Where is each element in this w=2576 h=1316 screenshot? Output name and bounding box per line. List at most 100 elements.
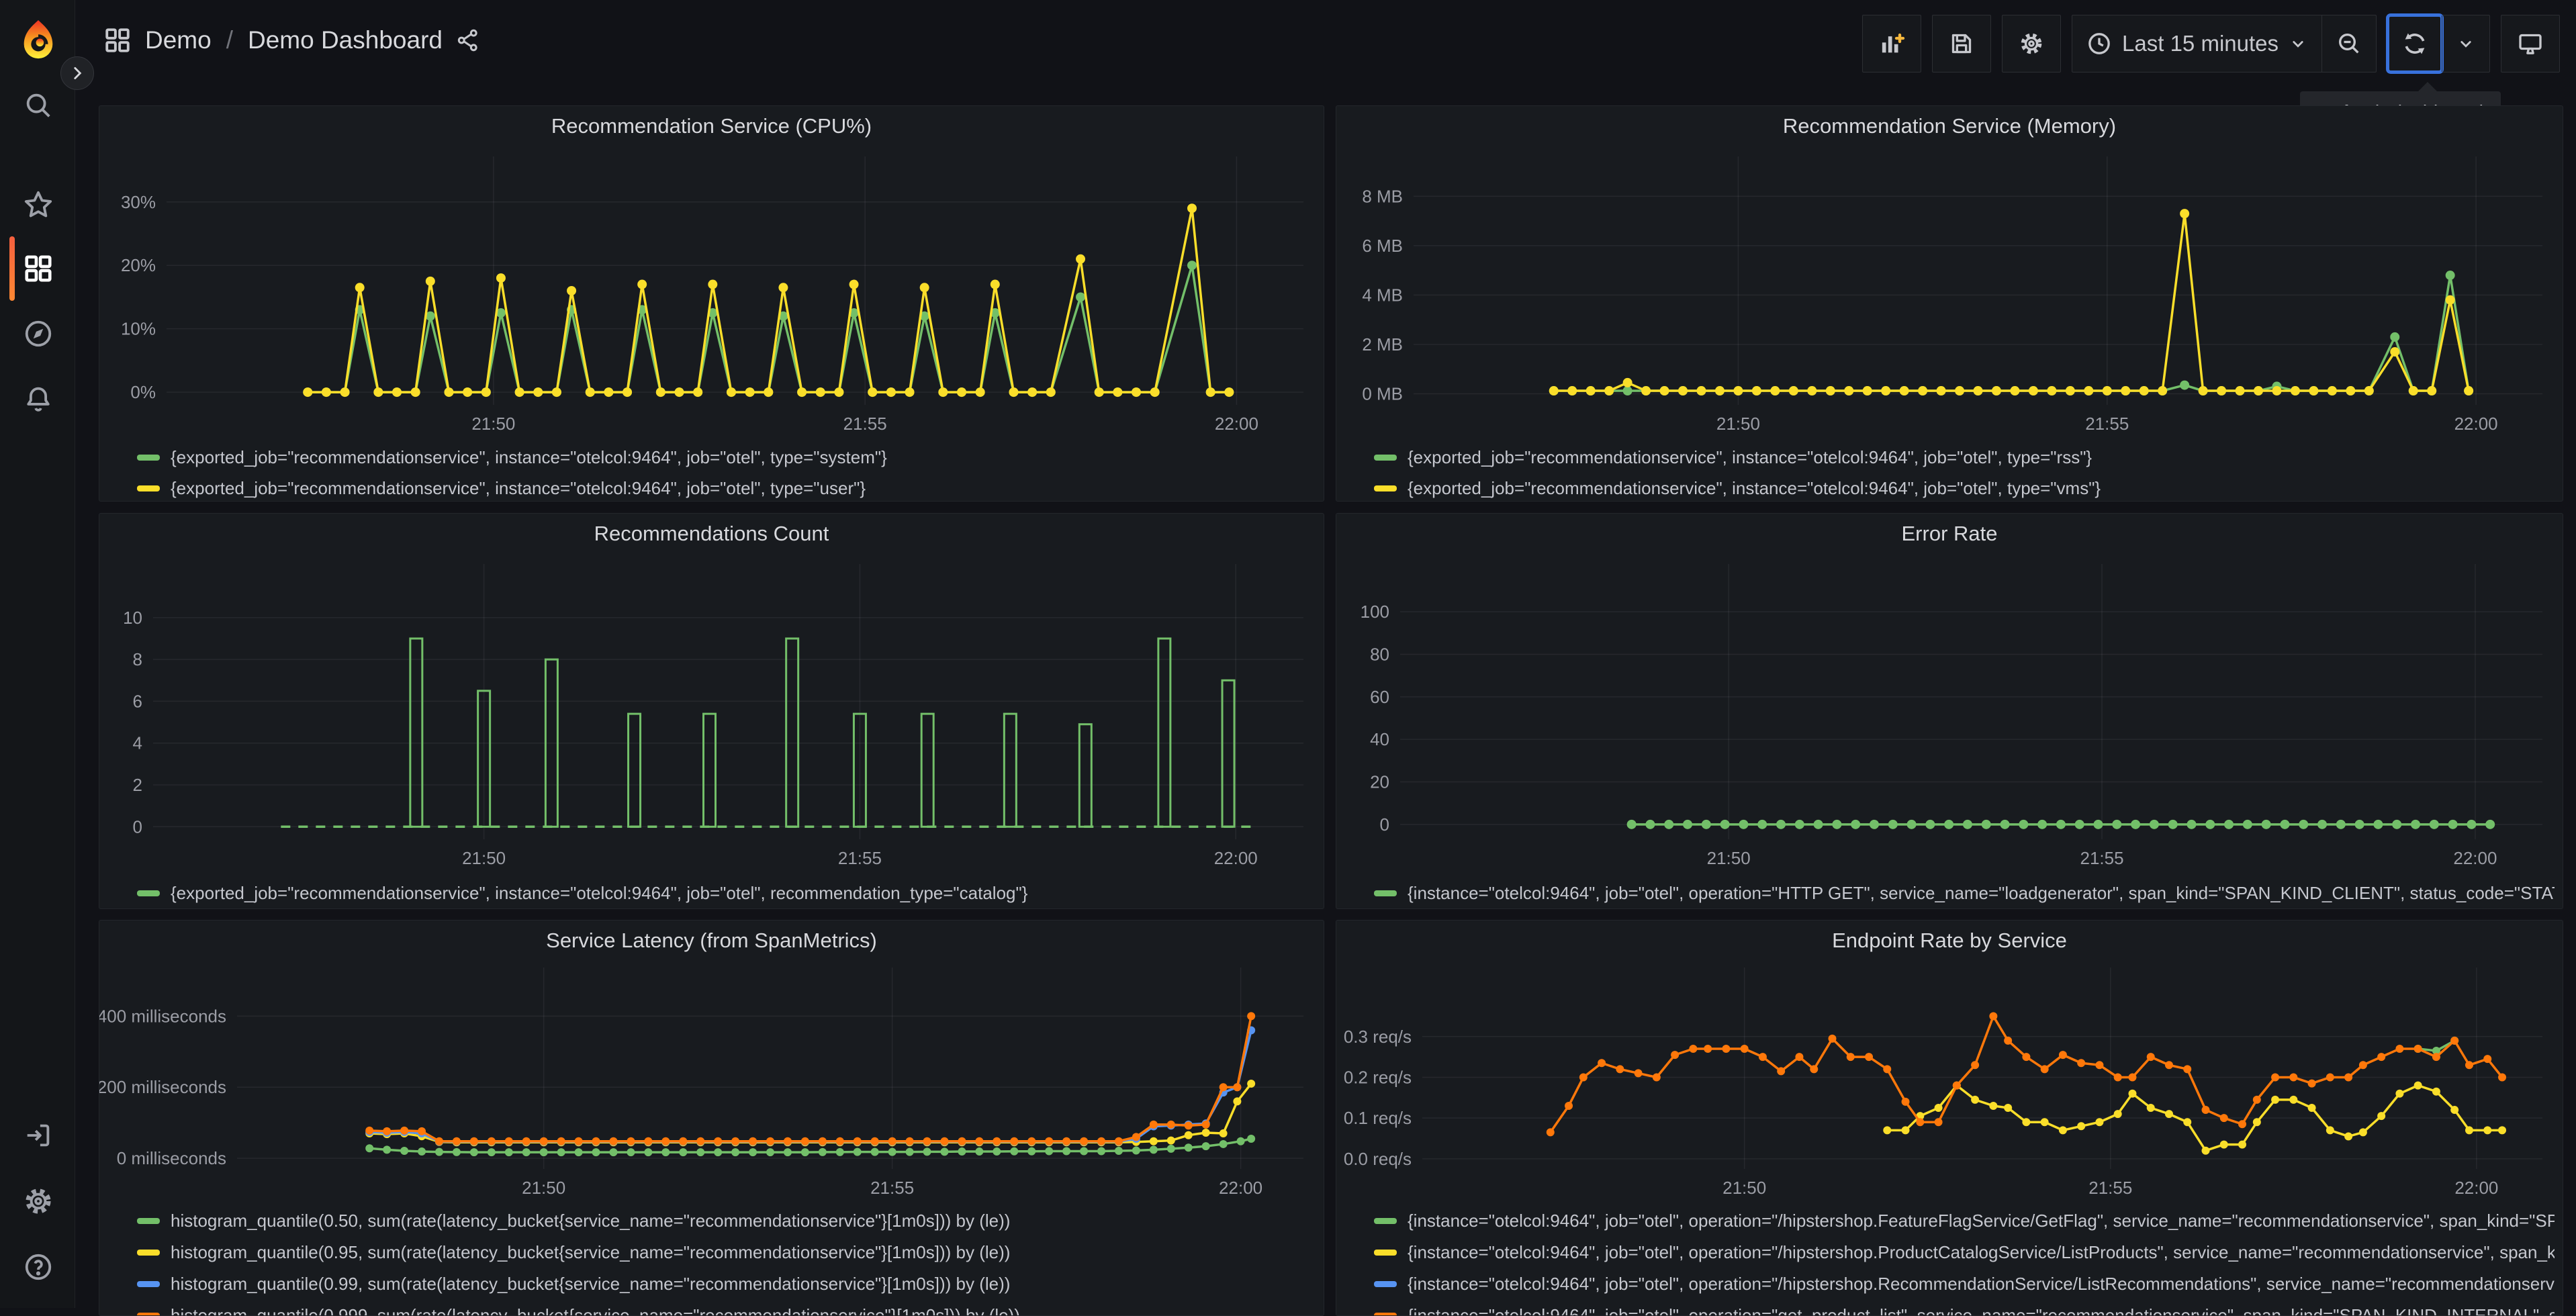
y-axis-tick-label: 200 milliseconds bbox=[99, 1077, 226, 1097]
legend-item[interactable]: histogram_quantile(0.999, sum(rate(laten… bbox=[137, 1300, 1316, 1316]
panel-title[interactable]: Recommendation Service (Memory) bbox=[1336, 114, 2563, 138]
sidebar-expand-button[interactable] bbox=[60, 56, 94, 90]
zoom-out-icon bbox=[2339, 34, 2359, 54]
sidebar bbox=[0, 0, 75, 1308]
panel-title[interactable]: Recommendation Service (CPU%) bbox=[99, 114, 1324, 138]
breadcrumb-page[interactable]: Demo Dashboard bbox=[248, 26, 443, 54]
y-axis-tick-label: 60 bbox=[1370, 687, 1389, 707]
x-axis-tick-label: 22:00 bbox=[2454, 1178, 2498, 1198]
y-axis-tick-label: 2 MB bbox=[1362, 334, 1403, 355]
panel-title[interactable]: Endpoint Rate by Service bbox=[1336, 929, 2563, 953]
legend-item[interactable]: {exported_job="recommendationservice", i… bbox=[1374, 442, 2555, 473]
sign-in-icon[interactable] bbox=[8, 1105, 68, 1166]
legend-swatch bbox=[137, 454, 160, 461]
x-axis-tick-label: 22:00 bbox=[1214, 848, 1258, 868]
legend-swatch bbox=[1374, 1313, 1397, 1315]
legend-item[interactable]: {instance="otelcol:9464", job="otel", op… bbox=[1374, 1237, 2555, 1268]
time-picker-group: Last 15 minutes bbox=[2072, 15, 2377, 73]
starred-icon[interactable] bbox=[8, 175, 68, 235]
legend-item[interactable]: {exported_job="recommendationservice", i… bbox=[1374, 473, 2555, 501]
legend-label: {exported_job="recommendationservice", i… bbox=[171, 477, 866, 498]
time-range-picker[interactable]: Last 15 minutes bbox=[2072, 15, 2321, 72]
admin-gear-icon[interactable] bbox=[8, 1171, 68, 1231]
legend-item[interactable]: {instance="otelcol:9464", job="otel", op… bbox=[1374, 1300, 2555, 1315]
legend: {exported_job="recommendationservice", i… bbox=[1374, 442, 2555, 501]
panel-recommendation-cpu: 0% 10% 20% 30% 21:50 21:55 22:00 Recommendatio… bbox=[99, 105, 1324, 502]
legend-swatch bbox=[137, 1281, 160, 1287]
y-axis-tick-label: 0% bbox=[130, 382, 156, 402]
legend-swatch bbox=[1374, 890, 1397, 896]
count-bar-chart[interactable]: 0 2 4 6 8 10 21:50 21:55 22:00 bbox=[99, 514, 1324, 908]
y-axis-tick-label: 0.1 req/s bbox=[1344, 1108, 1412, 1128]
legend-label: histogram_quantile(0.999, sum(rate(laten… bbox=[171, 1305, 1020, 1316]
x-axis-tick-label: 21:50 bbox=[471, 414, 515, 434]
x-axis-tick-label: 21:50 bbox=[522, 1178, 565, 1198]
legend-label: {exported_job="recommendationservice", i… bbox=[171, 446, 887, 467]
legend-label: {exported_job="recommendationservice", i… bbox=[171, 882, 1028, 903]
x-axis-tick-label: 21:55 bbox=[843, 414, 887, 434]
breadcrumb-separator: / bbox=[226, 26, 233, 54]
legend-label: histogram_quantile(0.95, sum(rate(latenc… bbox=[171, 1242, 1011, 1262]
y-axis-tick-label: 0 MB bbox=[1362, 383, 1403, 404]
legend-swatch bbox=[137, 1313, 160, 1315]
grafana-logo-icon[interactable] bbox=[17, 19, 59, 63]
y-axis-tick-label: 6 bbox=[133, 691, 142, 711]
legend: histogram_quantile(0.50, sum(rate(latenc… bbox=[137, 1205, 1316, 1316]
legend-label: {instance="otelcol:9464", job="otel", op… bbox=[1408, 1211, 2555, 1231]
tooltip-arrow bbox=[2418, 82, 2437, 91]
legend-item[interactable]: {exported_job="recommendationservice", i… bbox=[137, 878, 1316, 908]
panel-recommendation-memory: 0 MB 2 MB 4 MB 6 MB 8 MB 21:50 21:55 22:00 Reco… bbox=[1336, 105, 2563, 502]
legend-swatch bbox=[137, 485, 160, 491]
refresh-dashboard-button[interactable] bbox=[2386, 13, 2444, 74]
y-axis-tick-label: 4 bbox=[133, 733, 142, 753]
apps-grid-icon bbox=[105, 28, 130, 52]
x-axis-tick-label: 21:50 bbox=[1716, 414, 1760, 434]
refresh-group bbox=[2386, 13, 2490, 74]
kiosk-mode-button[interactable] bbox=[2501, 15, 2560, 73]
chevron-down-icon bbox=[2293, 41, 2303, 48]
legend-item[interactable]: {exported_job="recommendationservice", i… bbox=[137, 473, 1316, 501]
y-axis-tick-label: 4 MB bbox=[1362, 285, 1403, 305]
y-axis-tick-label: 6 MB bbox=[1362, 236, 1403, 256]
legend-item[interactable]: {instance="otelcol:9464", job="otel", op… bbox=[1374, 878, 2555, 908]
legend-item[interactable]: {instance="otelcol:9464", job="otel", op… bbox=[1374, 1205, 2555, 1237]
legend-item[interactable]: histogram_quantile(0.95, sum(rate(latenc… bbox=[137, 1237, 1316, 1268]
y-axis-tick-label: 10 bbox=[123, 608, 142, 628]
x-axis-tick-label: 22:00 bbox=[1215, 414, 1258, 434]
legend-item[interactable]: histogram_quantile(0.50, sum(rate(latenc… bbox=[137, 1205, 1316, 1237]
legend-item[interactable]: {instance="otelcol:9464", job="otel", op… bbox=[1374, 1268, 2555, 1300]
y-axis-tick-label: 0.3 req/s bbox=[1344, 1027, 1412, 1047]
help-icon[interactable] bbox=[8, 1237, 68, 1297]
panel-recommendations-count: 0 2 4 6 8 10 21:50 21:55 22:00 Recommendations C… bbox=[99, 513, 1324, 909]
y-axis-tick-label: 8 MB bbox=[1362, 186, 1403, 206]
panel-title[interactable]: Recommendations Count bbox=[99, 522, 1324, 546]
legend-swatch bbox=[137, 890, 160, 896]
y-axis-tick-label: 0 bbox=[1380, 814, 1389, 835]
legend-swatch bbox=[1374, 1281, 1397, 1287]
top-bar: Demo / Demo Dashboard Last 15 minutes bbox=[75, 0, 2576, 135]
panel-title[interactable]: Service Latency (from SpanMetrics) bbox=[99, 929, 1324, 953]
y-axis-tick-label: 100 bbox=[1361, 602, 1389, 622]
zoom-out-button[interactable] bbox=[2321, 15, 2376, 72]
x-axis-tick-label: 21:50 bbox=[462, 848, 506, 868]
dashboard-settings-button[interactable] bbox=[2002, 15, 2062, 73]
breadcrumb-section[interactable]: Demo bbox=[145, 26, 212, 54]
alerting-bell-icon[interactable] bbox=[8, 369, 68, 430]
search-icon[interactable] bbox=[8, 75, 68, 136]
add-panel-button[interactable] bbox=[1862, 15, 1922, 73]
panel-error-rate: 0 20 40 60 80 100 21:50 21:55 22:00 Error Rate {… bbox=[1336, 513, 2563, 909]
error-rate-chart[interactable]: 0 20 40 60 80 100 21:50 21:55 22:00 bbox=[1336, 514, 2563, 908]
panel-title[interactable]: Error Rate bbox=[1336, 522, 2563, 546]
legend-item[interactable]: histogram_quantile(0.99, sum(rate(latenc… bbox=[137, 1268, 1316, 1300]
save-dashboard-button[interactable] bbox=[1932, 15, 1992, 73]
refresh-interval-dropdown[interactable] bbox=[2442, 15, 2489, 72]
share-icon[interactable] bbox=[456, 28, 480, 52]
refresh-icon bbox=[2405, 33, 2425, 54]
explore-compass-icon[interactable] bbox=[8, 303, 68, 364]
x-axis-tick-label: 22:00 bbox=[2453, 848, 2497, 868]
legend-item[interactable]: {exported_job="recommendationservice", i… bbox=[137, 442, 1316, 473]
legend-label: {exported_job="recommendationservice", i… bbox=[1408, 446, 2092, 467]
legend-label: {instance="otelcol:9464", job="otel", op… bbox=[1408, 1274, 2555, 1294]
dashboards-icon[interactable] bbox=[8, 238, 68, 299]
legend-label: {instance="otelcol:9464", job="otel", op… bbox=[1408, 882, 2555, 903]
